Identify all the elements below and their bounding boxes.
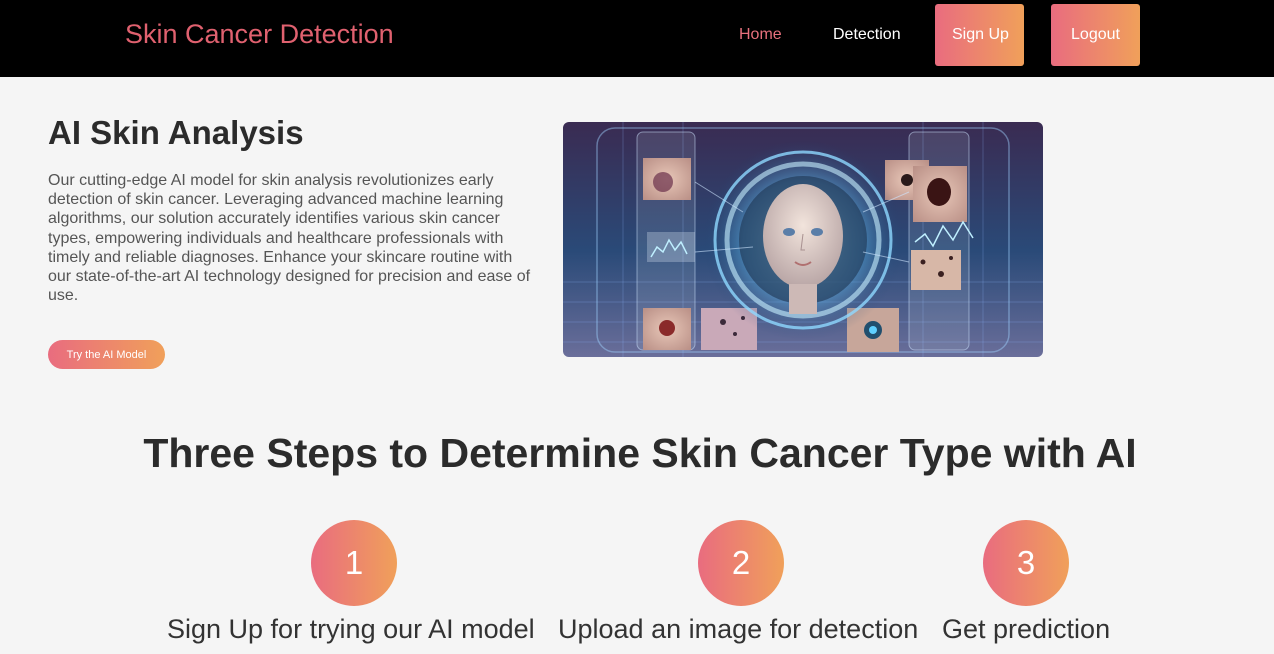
- brand-logo-link[interactable]: Skin Cancer Detection: [125, 19, 394, 50]
- logout-button[interactable]: Logout: [1051, 4, 1140, 66]
- ai-skin-analysis-illustration: [563, 122, 1043, 357]
- hero-description: Our cutting-edge AI model for skin analy…: [48, 172, 531, 305]
- try-ai-model-button[interactable]: Try the AI Model: [48, 340, 165, 369]
- nav-link-home[interactable]: Home: [739, 26, 782, 44]
- step-3-circle: 3: [983, 520, 1069, 606]
- step-2-circle: 2: [698, 520, 784, 606]
- navbar: Skin Cancer Detection Home Detection Sig…: [0, 0, 1274, 77]
- signup-button[interactable]: Sign Up: [935, 4, 1024, 66]
- nav-link-detection[interactable]: Detection: [833, 26, 901, 44]
- hero-title: AI Skin Analysis: [48, 114, 304, 151]
- step-2-label: Upload an image for detection: [558, 614, 919, 644]
- steps-section-title: Three Steps to Determine Skin Cancer Typ…: [143, 430, 1137, 476]
- step-1-circle: 1: [311, 520, 397, 606]
- step-1-label: Sign Up for trying our AI model: [167, 614, 535, 644]
- step-3-label: Get prediction: [942, 614, 1111, 644]
